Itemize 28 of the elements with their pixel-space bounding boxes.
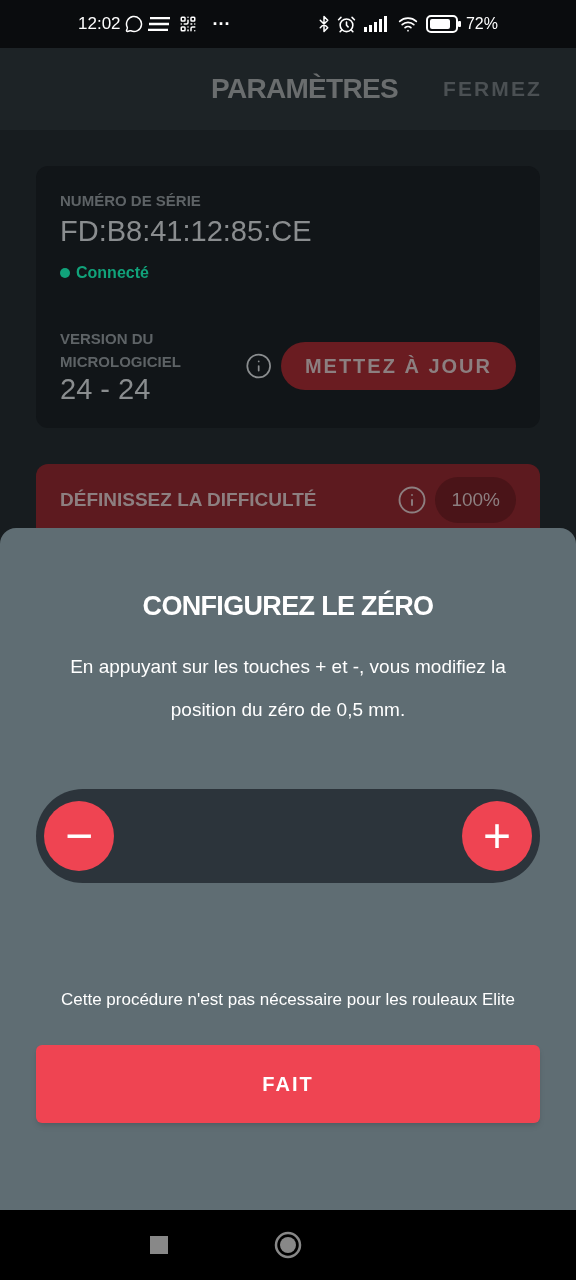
minus-button[interactable]: − — [44, 800, 114, 871]
more-indicator: ··· — [212, 12, 231, 36]
battery-percent: 72% — [465, 14, 498, 34]
alarm-icon — [336, 14, 356, 34]
sheet-note: Cette procédure n'est pas nécessaire pour les rouleaux Elite — [60, 988, 516, 1011]
done-button[interactable]: FAIT — [36, 1044, 540, 1123]
firmware-version: 24 - 24 — [60, 372, 152, 405]
chat-icon — [124, 15, 143, 33]
update-button[interactable]: METTEZ À JOUR — [280, 341, 516, 390]
home-icon[interactable] — [274, 1231, 302, 1259]
plus-button[interactable]: + — [462, 800, 532, 871]
difficulty-value: 100% — [435, 477, 516, 523]
connection-status: Connecté — [76, 262, 149, 283]
menu-icon — [146, 17, 171, 31]
sheet-description: En appuyant sur les touches + et -, vous modifiez la position du zéro de 0,5 mm. — [69, 654, 507, 722]
serial-label: NUMÉRO DE SÉRIE — [60, 191, 202, 211]
battery-icon — [425, 15, 462, 33]
page-title: PARAMÈTRES — [211, 72, 398, 106]
info-icon[interactable] — [397, 485, 428, 515]
status-time: 12:02 — [78, 13, 121, 36]
firmware-label: VERSION DU MICROLOGICIEL — [60, 328, 182, 372]
wifi-icon — [397, 14, 418, 34]
qr-code-icon — [178, 15, 197, 33]
signal-icon — [363, 16, 390, 32]
difficulty-card[interactable]: DÉFINISSEZ LA DIFFICULTÉ 100% — [36, 464, 540, 528]
serial-number: FD:B8:41:12:85:CE — [60, 213, 313, 249]
sheet-title: CONFIGUREZ LE ZÉRO — [142, 589, 434, 623]
difficulty-label: DÉFINISSEZ LA DIFFICULTÉ — [60, 487, 318, 512]
